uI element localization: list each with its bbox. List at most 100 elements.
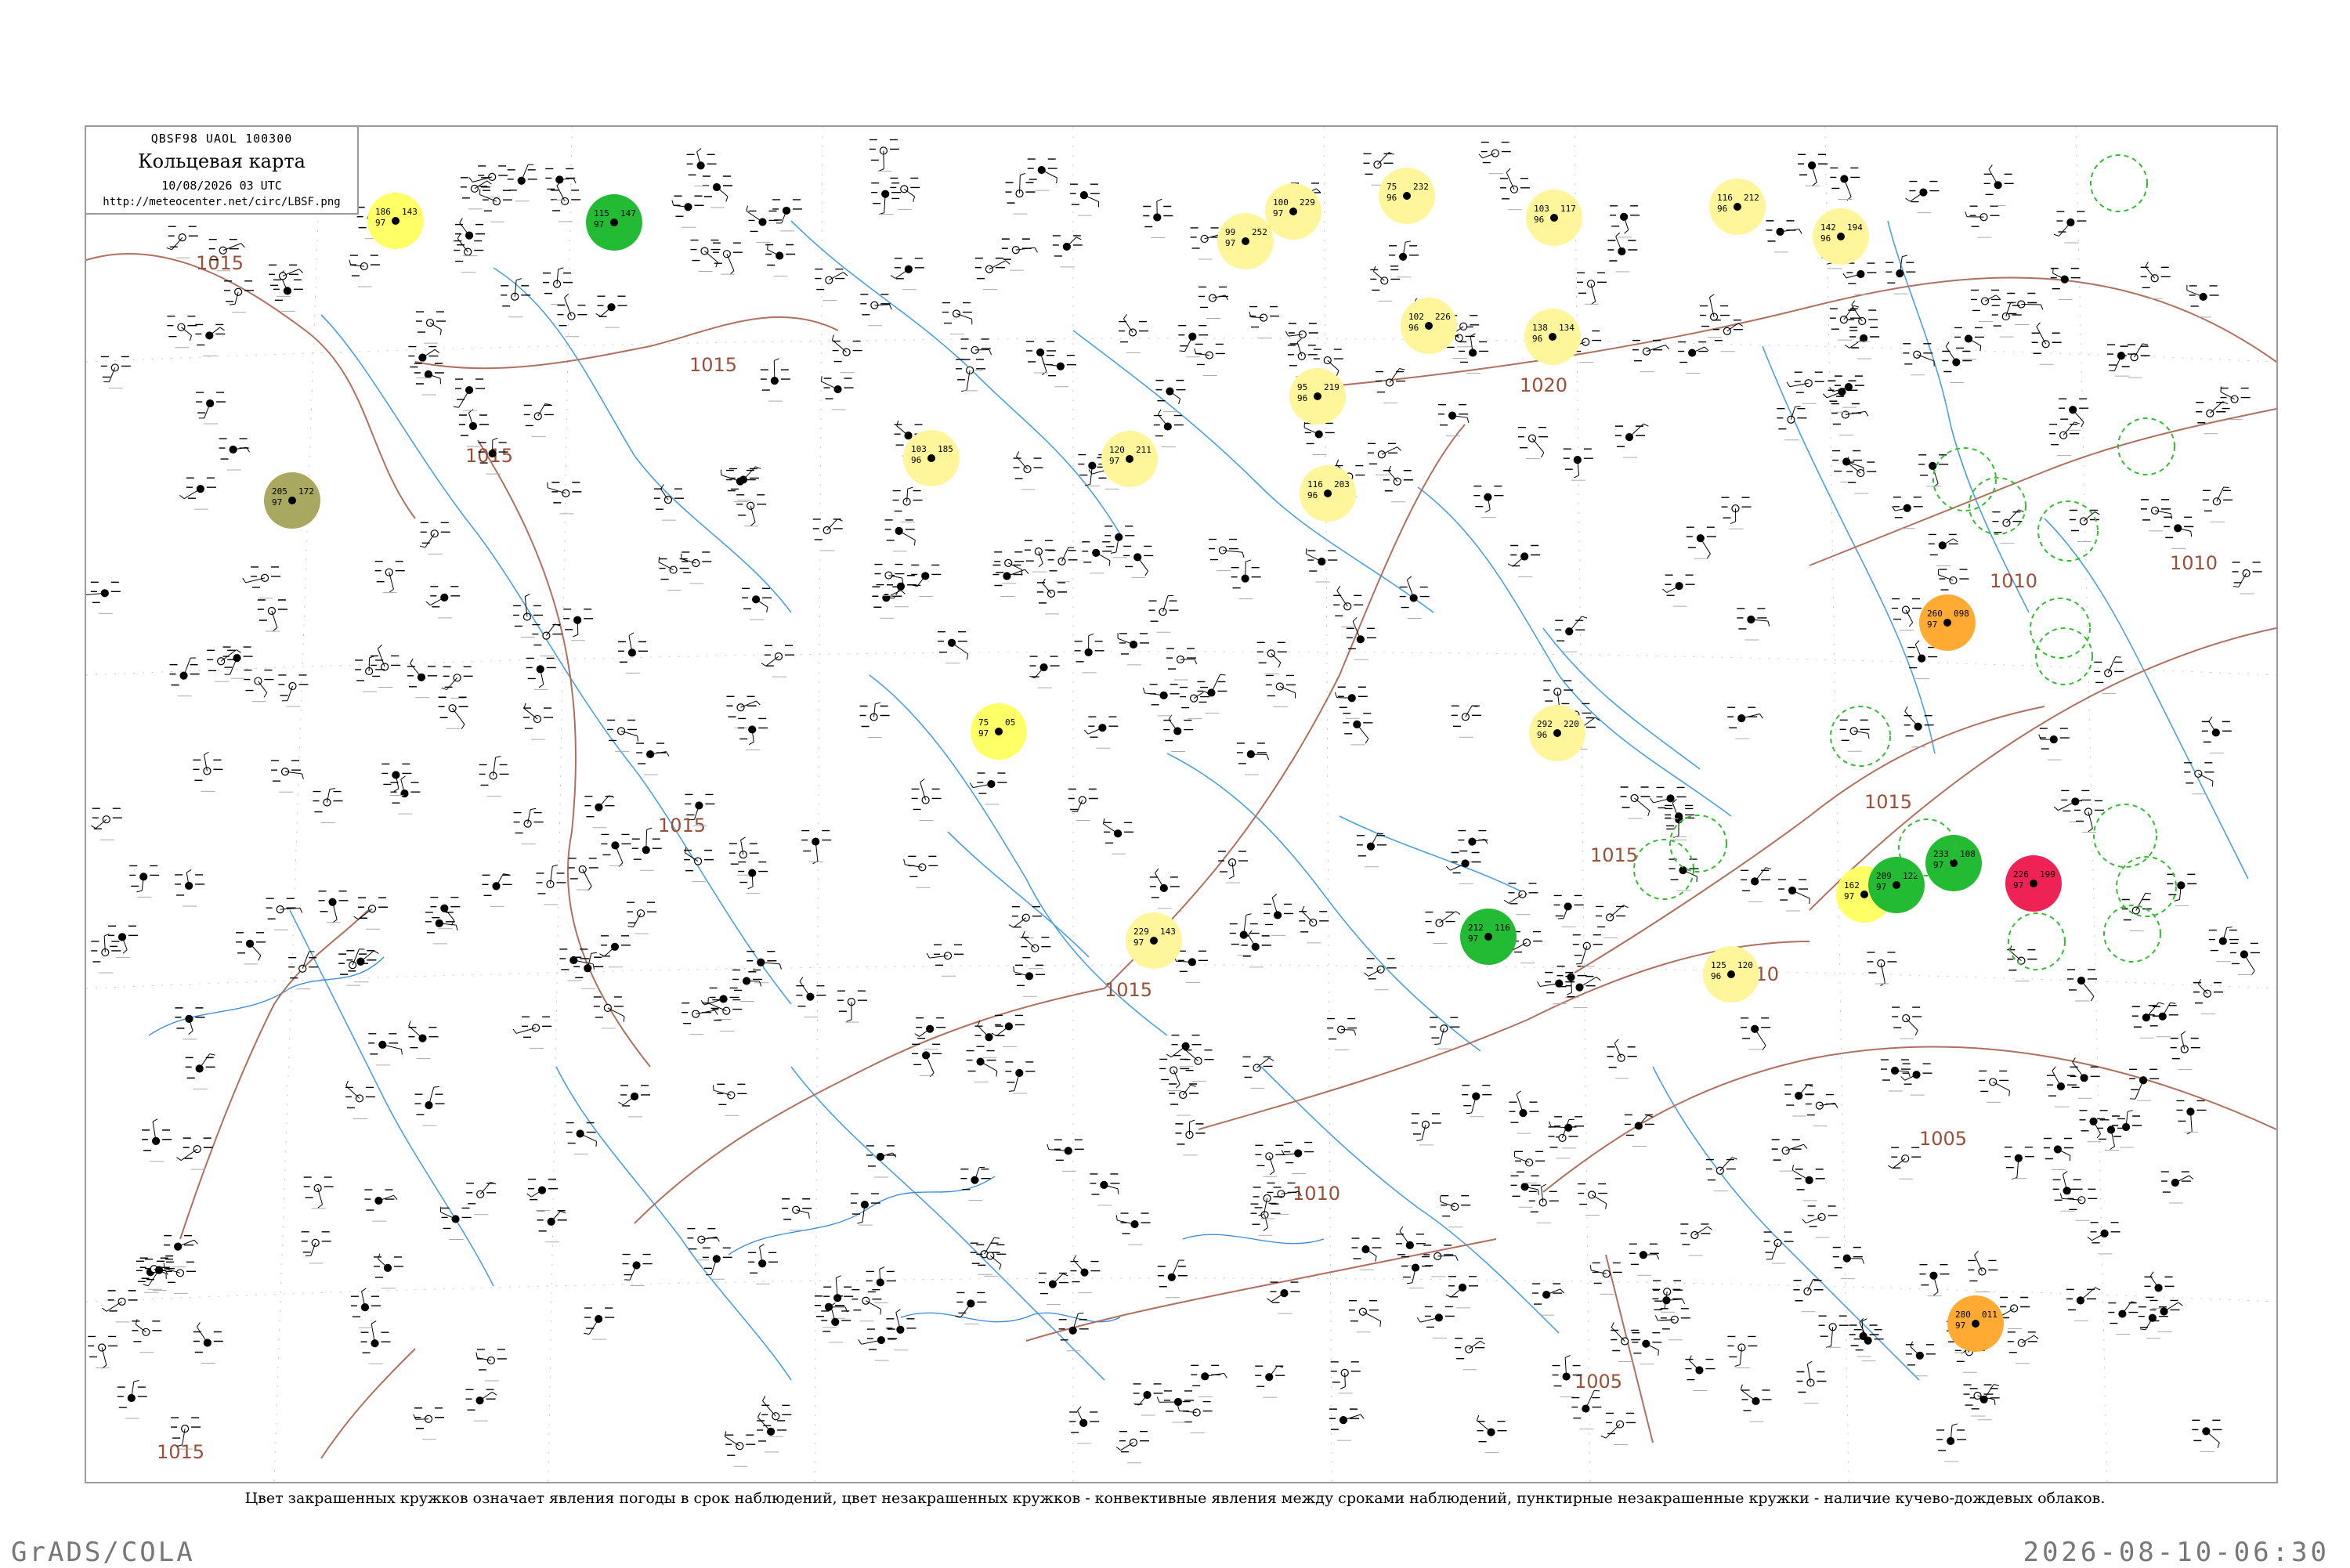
station-symbol [514, 808, 544, 844]
station-symbol [713, 243, 743, 274]
station-symbol [1090, 1174, 1119, 1205]
station-symbol [1727, 1336, 1757, 1367]
station-humidity: 97 [1933, 860, 1943, 870]
station-symbol [851, 1290, 881, 1321]
station-symbol [1687, 527, 1716, 558]
station-symbol [88, 1336, 118, 1368]
station-symbol [1349, 1301, 1381, 1332]
highlighted-station[interactable]: 20597172 [264, 472, 320, 529]
station-symbol [2039, 728, 2070, 760]
station-pressure: 116 [1495, 923, 1510, 933]
station-symbol [1741, 868, 1771, 902]
isobar-label: 1010 [2170, 552, 2218, 574]
station-symbol [2161, 1172, 2193, 1203]
highlighted-station[interactable]: 10296226 [1401, 298, 1457, 354]
station-symbol [1843, 263, 1877, 294]
station-symbol [682, 1003, 718, 1035]
highlighted-station[interactable]: 20997122 [1868, 857, 1925, 913]
station-symbol [975, 258, 1010, 290]
highlighted-station[interactable]: 28097011 [1947, 1295, 2004, 1352]
station-symbol [859, 1329, 897, 1360]
station-humidity: 96 [1711, 971, 1721, 981]
source-url[interactable]: http://meteocenter.net/circ/LBSF.png [92, 196, 351, 208]
station-symbol [1009, 907, 1042, 938]
station-symbol [1335, 687, 1367, 718]
station-symbol [1590, 1263, 1622, 1294]
station-symbol [1706, 1158, 1737, 1191]
highlighted-station[interactable]: 10396185 [903, 430, 960, 486]
highlighted-station[interactable]: 21297116 [1460, 909, 1517, 965]
station-symbol [1047, 1140, 1084, 1171]
highlighted-station[interactable]: 12596120 [1703, 946, 1759, 1003]
highlighted-station[interactable]: 23397108 [1925, 835, 1982, 891]
station-symbol [684, 847, 714, 882]
station-symbol [1412, 1114, 1441, 1145]
synoptic-map[interactable]: 1015 1015 1015 1015 1020 1015 1015 1010 … [85, 125, 2278, 1483]
station-symbol [1231, 560, 1261, 599]
highlighted-station[interactable]: 22997143 [1126, 912, 1182, 969]
station-pressure: 120 [1737, 960, 1753, 970]
station-symbol [1059, 1313, 1089, 1351]
highlighted-station[interactable]: 22697199 [2005, 855, 2062, 912]
station-symbol [1169, 1084, 1198, 1115]
highlighted-station[interactable]: 26097098 [1919, 594, 1976, 651]
station-symbol [557, 294, 587, 336]
isobar-label: 1015 [157, 1441, 204, 1463]
station-symbol [2070, 511, 2100, 542]
station-symbol [1070, 1255, 1100, 1293]
station-symbol [2066, 1288, 2100, 1321]
station-symbol [1573, 935, 1603, 966]
station-symbol [891, 258, 924, 290]
highlighted-station[interactable]: 9596219 [1289, 368, 1346, 425]
highlighted-station[interactable]: 7596232 [1379, 168, 1435, 224]
station-symbol [416, 312, 446, 343]
highlighted-stations[interactable]: 18697143 11597147 7596232 100972299997252 10… [264, 168, 2062, 1352]
bulletin-code: QBSF98 UAOL 100300 [92, 132, 351, 146]
highlighted-station[interactable]: 11696212 [1709, 179, 1766, 235]
station-symbol [837, 991, 867, 1022]
highlighted-station[interactable]: 12097211 [1101, 431, 1158, 487]
station-humidity: 97 [1844, 891, 1854, 901]
station-symbol [439, 697, 468, 728]
station-pressure: 185 [938, 444, 953, 454]
station-pressure: 05 [1005, 717, 1015, 728]
station-plots [86, 139, 2262, 1466]
station-symbol [1084, 717, 1118, 748]
station-symbol [527, 1180, 558, 1211]
highlighted-station[interactable]: 11696203 [1300, 465, 1356, 522]
station-symbol [1840, 720, 1870, 751]
station-symbol [1680, 1224, 1712, 1255]
station-symbol [1772, 1140, 1807, 1171]
station-symbol [1846, 457, 1876, 493]
highlighted-station[interactable]: 10396117 [1526, 190, 1582, 246]
station-temperature: 102 [1408, 312, 1424, 322]
station-symbol [1455, 1339, 1484, 1370]
station-symbol [407, 659, 437, 698]
highlighted-station[interactable]: 29296220 [1529, 705, 1585, 761]
station-symbol [2193, 979, 2223, 1013]
station-symbol [186, 1054, 215, 1089]
station-symbol [236, 933, 266, 964]
station-temperature: 186 [375, 207, 391, 217]
station-symbol [2132, 1003, 2164, 1038]
highlighted-station[interactable]: 13896134 [1524, 309, 1581, 365]
station-symbol [1662, 575, 1694, 606]
station-temperature: 292 [1537, 719, 1553, 729]
station-symbol [1389, 241, 1419, 277]
highlighted-station[interactable]: 18697143 [367, 193, 424, 249]
station-symbol [1197, 674, 1227, 713]
highlighted-station[interactable]: 759705 [971, 703, 1027, 760]
station-symbol [1578, 1184, 1607, 1216]
station-symbol [1157, 1391, 1194, 1422]
highlighted-station[interactable]: 14296194 [1813, 208, 1869, 265]
station-symbol [1155, 381, 1185, 412]
station-symbol [548, 482, 582, 514]
station-symbol [1621, 787, 1650, 818]
highlighted-station[interactable]: 11597147 [586, 194, 642, 251]
station-symbol [351, 1288, 381, 1328]
station-symbol [2145, 1272, 2175, 1309]
highlighted-station[interactable]: 10097229 [1265, 183, 1321, 240]
station-symbol [1264, 894, 1293, 936]
highlighted-station[interactable]: 9997252 [1217, 213, 1274, 269]
station-humidity: 97 [1876, 882, 1886, 892]
